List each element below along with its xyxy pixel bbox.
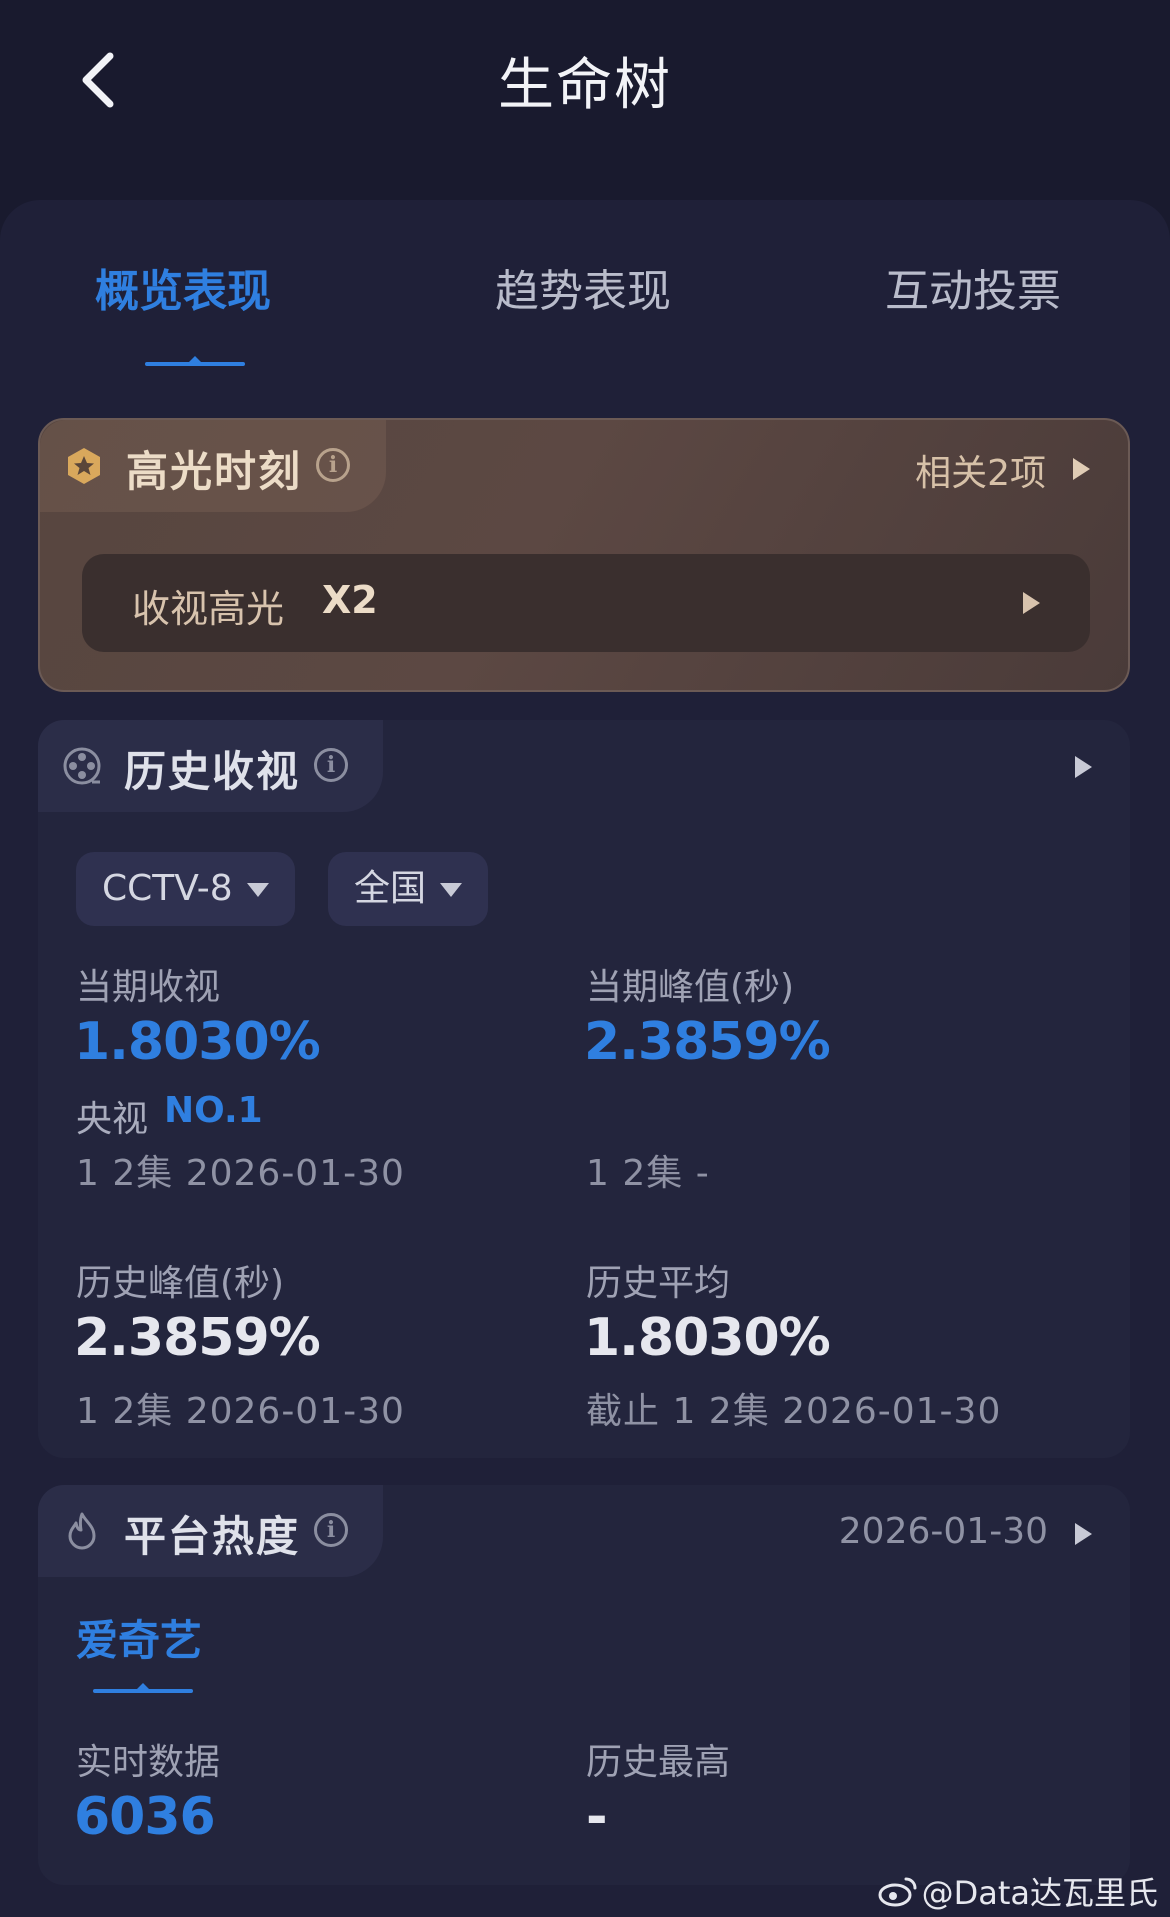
history-peak-label: 历史峰值(秒) [76,1263,285,1304]
channel-value: CCTV-8 [102,868,233,909]
rank-badge: NO.1 [164,1090,263,1131]
play-arrow-icon[interactable] [1073,458,1090,480]
history-max-value: - [586,1787,608,1847]
rank-prefix: 央视 [76,1099,149,1140]
highlight-row-label: 收视高光 [132,587,285,631]
page-title: 生命树 [498,53,672,118]
heat-title: 平台热度 [124,1512,301,1561]
highlight-related-link[interactable]: 相关2项 [915,444,1046,496]
realtime-value: 6036 [74,1787,216,1847]
current-rating-episode: 1 2集 2026-01-30 [76,1153,405,1194]
history-average-label: 历史平均 [586,1263,731,1304]
region-dropdown[interactable]: 全国 [328,852,489,926]
platform-tab-iqiyi[interactable]: 爱奇艺 [76,1607,202,1668]
history-peak-value: 2.3859% [74,1308,321,1368]
flame-icon [62,1511,102,1551]
tab-vote[interactable]: 互动投票 [885,255,1061,319]
info-icon[interactable]: i [314,1513,348,1547]
platform-heat-card: 平台热度 i 2026-01-30 爱奇艺 实时数据 6036 历史最高 - [38,1485,1130,1885]
weibo-icon [878,1875,918,1915]
highlight-card: 高光时刻 i 相关2项 收视高光 X2 [38,418,1130,692]
highlight-row[interactable]: 收视高光 X2 [82,554,1090,652]
play-arrow-icon[interactable] [1075,756,1092,778]
current-rating-value: 1.8030% [74,1012,321,1072]
current-peak-episode: 1 2集 - [586,1153,710,1194]
current-peak-label: 当期峰值(秒) [586,967,795,1008]
history-peak-episode: 1 2集 2026-01-30 [76,1391,405,1432]
highlight-title: 高光时刻 [126,447,303,496]
play-arrow-icon[interactable] [1075,1523,1092,1545]
info-icon[interactable]: i [314,748,348,782]
info-icon[interactable]: i [316,448,350,482]
history-max-label: 历史最高 [586,1742,731,1783]
film-reel-icon [62,746,102,786]
watermark: @Data达瓦里氏 [878,1868,1158,1915]
current-rating-label: 当期收视 [76,967,221,1008]
current-peak-value: 2.3859% [584,1012,831,1072]
watermark-text: @Data达瓦里氏 [921,1874,1158,1912]
tab-active-indicator [145,356,245,366]
tab-overview[interactable]: 概览表现 [95,255,271,319]
medal-star-icon [64,446,104,486]
chevron-down-icon [246,883,269,897]
platform-tab-indicator [93,1683,193,1693]
highlight-row-value: X2 [322,578,378,622]
history-ratings-card: 历史收视 i CCTV-8 全国 当期收视 1.8030% 央视 NO.1 1 … [38,720,1130,1458]
chevron-down-icon [440,883,463,897]
top-bar: 生命树 [0,0,1170,170]
realtime-label: 实时数据 [76,1742,221,1783]
history-average-value: 1.8030% [584,1308,831,1368]
tab-trend[interactable]: 趋势表现 [495,255,671,319]
history-average-episode: 截止 1 2集 2026-01-30 [586,1391,1002,1432]
history-title: 历史收视 [124,747,301,796]
channel-dropdown[interactable]: CCTV-8 [76,852,295,926]
heat-date: 2026-01-30 [838,1511,1048,1552]
region-value: 全国 [354,868,427,909]
play-arrow-icon [1023,592,1040,614]
